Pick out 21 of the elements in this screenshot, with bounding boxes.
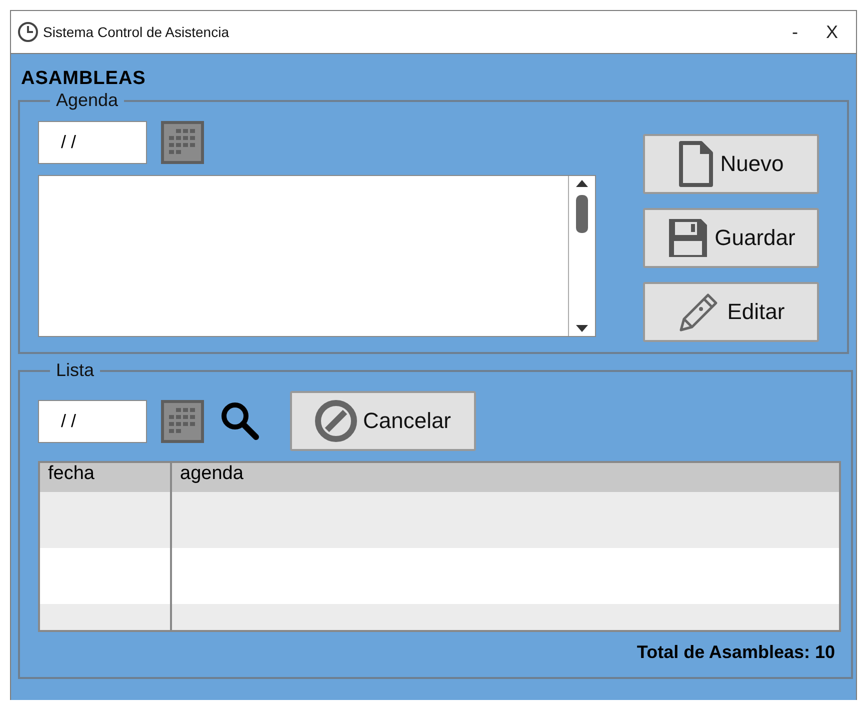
group-legend: Agenda xyxy=(50,90,124,111)
scroll-up-icon[interactable] xyxy=(576,180,588,187)
minimize-button[interactable]: - xyxy=(780,22,810,42)
total-count: Total de Asambleas: 10 xyxy=(636,642,835,663)
column-header[interactable]: fecha xyxy=(40,463,172,492)
close-button[interactable]: X xyxy=(814,22,850,42)
page-heading: ASAMBLEAS xyxy=(21,68,147,90)
clock-icon xyxy=(17,21,39,43)
scroll-down-icon[interactable] xyxy=(576,325,588,332)
save-button[interactable]: Guardar xyxy=(643,208,819,268)
date-field[interactable]: / / xyxy=(38,121,147,164)
window-title: Sistema Control de Asistencia xyxy=(43,24,230,40)
date-field[interactable]: / / xyxy=(38,400,147,442)
new-button[interactable]: Nuevo xyxy=(643,134,819,194)
column-header[interactable]: agenda xyxy=(172,463,839,492)
cancel-button[interactable]: Cancelar xyxy=(290,391,476,451)
no-entry-icon xyxy=(314,400,357,442)
group-legend: Lista xyxy=(50,360,100,381)
document-icon xyxy=(678,140,714,188)
scroll-thumb[interactable] xyxy=(576,195,588,233)
edit-button[interactable]: Editar xyxy=(643,282,819,342)
